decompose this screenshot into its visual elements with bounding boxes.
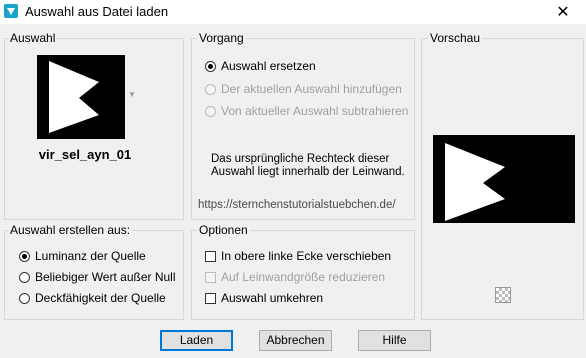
- radio-auswahl-subtrahieren[interactable]: Von aktueller Auswahl subtrahieren: [205, 104, 408, 118]
- radio-label: Luminanz der Quelle: [35, 249, 146, 263]
- info-text: Das ursprüngliche Rechteck dieser Auswah…: [211, 153, 405, 178]
- checkbox-label: Auswahl umkehren: [221, 291, 324, 305]
- radio-indicator: [19, 271, 30, 283]
- transparency-toggle-icon[interactable]: [495, 287, 511, 303]
- app-icon: [4, 4, 18, 18]
- checkbox-label: In obere linke Ecke verschieben: [221, 249, 392, 263]
- laden-button[interactable]: Laden: [160, 330, 233, 351]
- auswahl-group-label: Auswahl: [8, 31, 58, 45]
- window-title: Auswahl aus Datei laden: [25, 4, 169, 19]
- selection-name: vir_sel_ayn_01: [38, 147, 132, 162]
- checkbox-indicator: [205, 292, 216, 304]
- radio-label: Deckfähigkeit der Quelle: [35, 291, 166, 305]
- radio-auswahl-hinzufuegen[interactable]: Der aktuellen Auswahl hinzufügen: [205, 82, 402, 96]
- chevron-down-icon[interactable]: ▼: [128, 90, 136, 99]
- selection-shape-icon: [43, 59, 121, 135]
- radio-beliebiger-wert[interactable]: Beliebiger Wert außer Null: [19, 270, 176, 284]
- optionen-group-label: Optionen: [197, 223, 250, 237]
- preview-shape-icon: [445, 143, 505, 221]
- watermark-url: https://sternchenstutorialstuebchen.de/: [198, 199, 396, 211]
- checkbox-leinwandgroesse[interactable]: Auf Leinwandgröße reduzieren: [205, 270, 385, 284]
- checkbox-indicator: [205, 250, 216, 262]
- radio-indicator: [19, 250, 30, 262]
- radio-deckfaehigkeit[interactable]: Deckfähigkeit der Quelle: [19, 291, 166, 305]
- hilfe-button[interactable]: Hilfe: [358, 330, 431, 351]
- radio-indicator: [205, 60, 216, 72]
- checkbox-label: Auf Leinwandgröße reduzieren: [221, 270, 386, 284]
- title-bar: Auswahl aus Datei laden ✕: [0, 0, 586, 24]
- radio-label: Auswahl ersetzen: [221, 59, 316, 73]
- close-button[interactable]: ✕: [540, 0, 586, 24]
- radio-label: Von aktueller Auswahl subtrahieren: [221, 104, 409, 118]
- radio-indicator: [205, 105, 216, 117]
- radio-label: Der aktuellen Auswahl hinzufügen: [221, 82, 402, 96]
- radio-luminanz[interactable]: Luminanz der Quelle: [19, 249, 146, 263]
- radio-auswahl-ersetzen[interactable]: Auswahl ersetzen: [205, 59, 316, 73]
- radio-indicator: [19, 292, 30, 304]
- checkbox-indicator: [205, 271, 216, 283]
- checkbox-obere-linke-ecke[interactable]: In obere linke Ecke verschieben: [205, 249, 391, 263]
- checkbox-auswahl-umkehren[interactable]: Auswahl umkehren: [205, 291, 323, 305]
- erstellen-group-label: Auswahl erstellen aus:: [8, 223, 133, 237]
- abbrechen-button[interactable]: Abbrechen: [259, 330, 332, 351]
- vorgang-group-label: Vorgang: [197, 31, 246, 45]
- selection-thumbnail[interactable]: [37, 55, 125, 139]
- radio-indicator: [205, 83, 216, 95]
- vorschau-group-label: Vorschau: [428, 31, 483, 45]
- radio-label: Beliebiger Wert außer Null: [35, 270, 176, 284]
- preview-image: [433, 135, 575, 223]
- close-icon: ✕: [556, 4, 570, 21]
